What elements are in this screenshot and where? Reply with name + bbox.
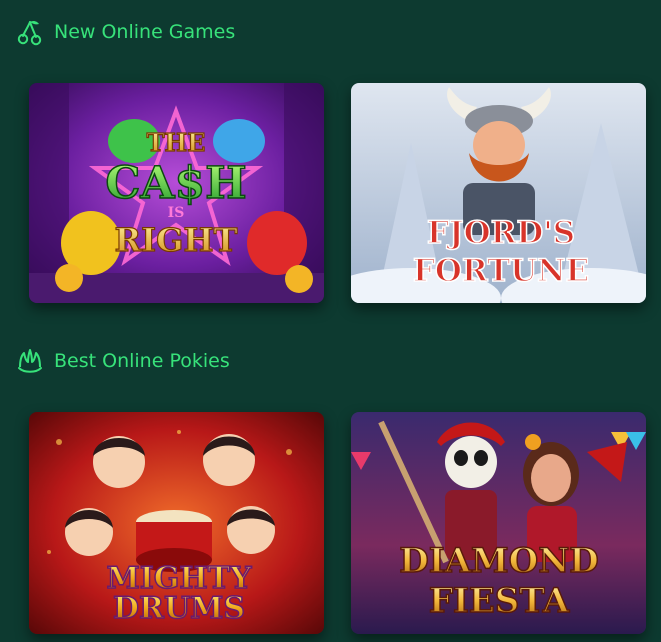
- game-title-line: DIAMOND: [399, 541, 599, 581]
- game-thumbnail: THE CA$H IS RIGHT: [29, 83, 324, 303]
- game-title-line: IS: [168, 205, 185, 221]
- game-title-line: RIGHT: [115, 221, 238, 259]
- game-title-line: DRUMS: [113, 591, 245, 626]
- section-title: New Online Games: [54, 21, 236, 43]
- section-header-best-online-pokies: Best Online Pokies: [16, 347, 230, 375]
- game-thumbnail: DIAMOND FIESTA: [351, 412, 646, 634]
- game-title-line: CA$H: [105, 158, 246, 209]
- game-title-line: FJORD'S: [427, 215, 575, 251]
- game-card-diamond-fiesta[interactable]: DIAMOND FIESTA: [351, 412, 646, 634]
- game-title-line: FIESTA: [429, 581, 570, 621]
- game-card-fjords-fortune[interactable]: FJORD'S FORTUNE: [351, 83, 646, 303]
- crown-icon: [18, 349, 42, 373]
- game-card-the-cash-is-right[interactable]: THE CA$H IS RIGHT: [29, 83, 324, 303]
- game-card-mighty-drums[interactable]: MIGHTY DRUMS: [29, 412, 324, 634]
- game-title-line: THE: [147, 128, 206, 157]
- game-title-line: FORTUNE: [413, 253, 589, 289]
- game-thumbnail: FJORD'S FORTUNE: [351, 83, 646, 303]
- section-title: Best Online Pokies: [54, 350, 230, 372]
- cherries-icon: [17, 20, 42, 46]
- section-header-new-online-games: New Online Games: [16, 18, 235, 46]
- game-thumbnail: MIGHTY DRUMS: [29, 412, 324, 634]
